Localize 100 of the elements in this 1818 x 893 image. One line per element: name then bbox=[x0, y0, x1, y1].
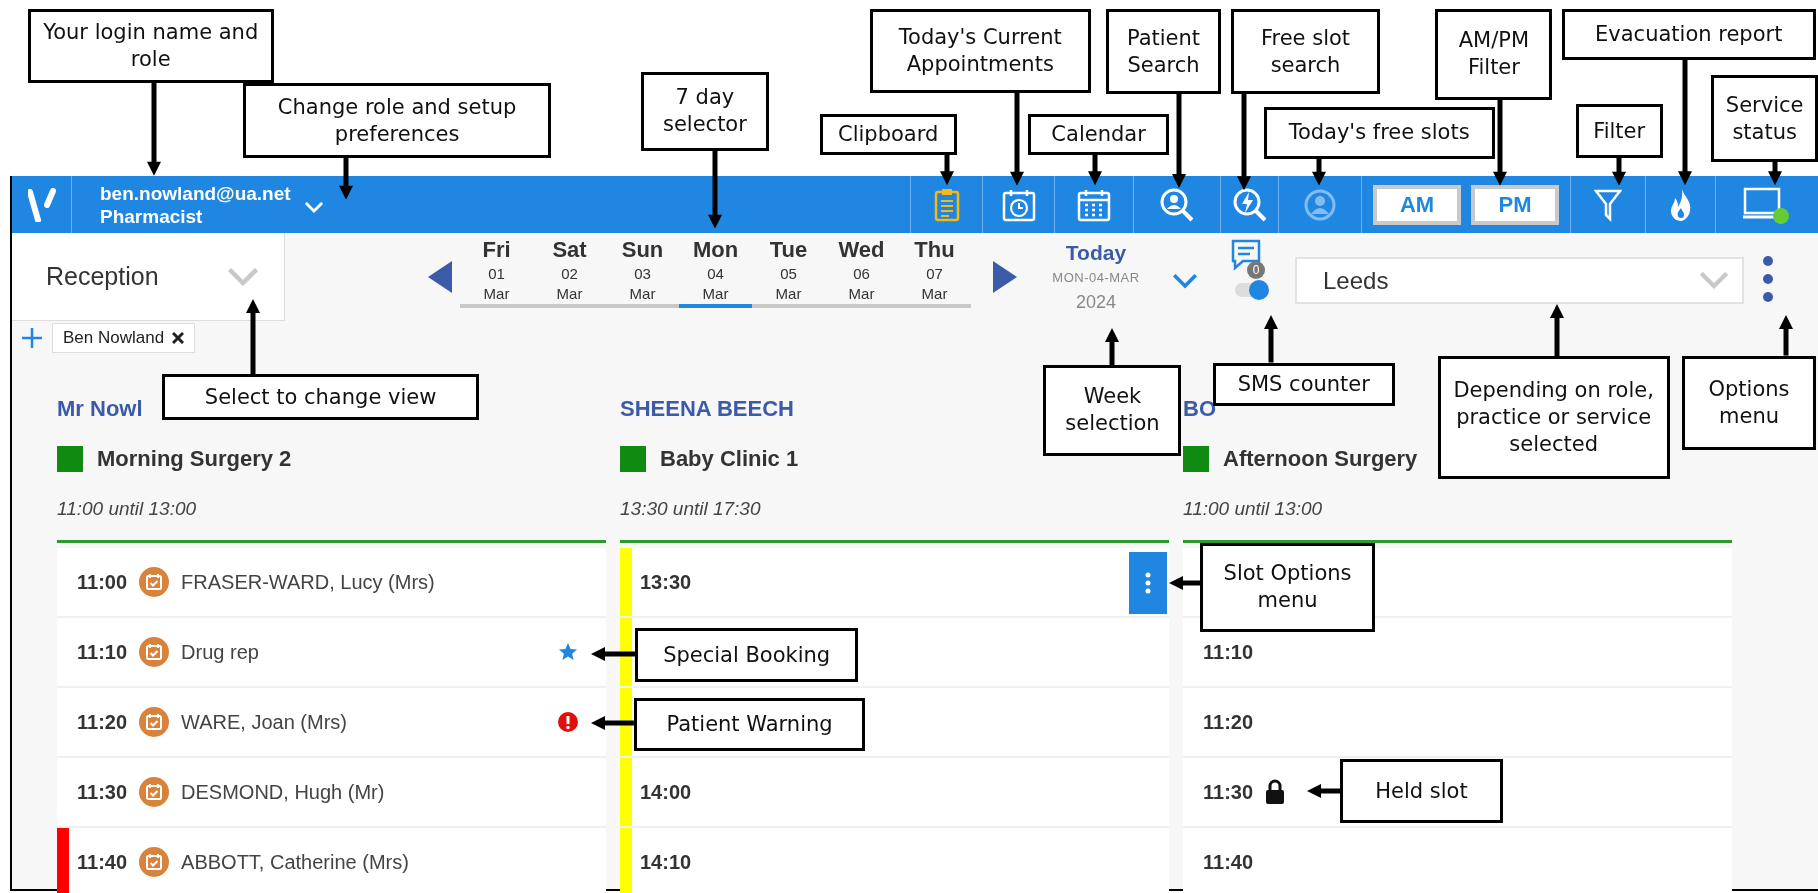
callout-tooltip: Today's free slots bbox=[1263, 106, 1495, 159]
callout-tooltip: Special Booking bbox=[635, 628, 858, 682]
next-arrow-icon[interactable] bbox=[993, 261, 1017, 293]
patient-name: FRASER-WARD, Lucy (Mrs) bbox=[181, 570, 435, 594]
callout-tooltip: 7 day selector bbox=[641, 71, 769, 151]
callout-tooltip: Held slot bbox=[1340, 759, 1503, 824]
callout-tooltip: Options menu bbox=[1682, 355, 1816, 450]
sms-count: 0 bbox=[1247, 261, 1265, 279]
callout-tooltip: Slot Options menu bbox=[1200, 542, 1376, 632]
appointment-slot[interactable]: 14:00 bbox=[620, 758, 1169, 828]
appointment-slot[interactable]: 11:20 WARE, Joan (Mrs) bbox=[57, 688, 606, 758]
appointment-slot[interactable]: 11:40 ABBOTT, Catherine (Mrs) bbox=[57, 828, 606, 893]
patient-name: Drug rep bbox=[181, 640, 259, 664]
callout-tooltip: Evacuation report bbox=[1561, 9, 1816, 61]
clinician-tab[interactable]: Ben Nowland bbox=[52, 323, 196, 353]
day-tab[interactable]: Thu 07 Mar bbox=[898, 237, 971, 308]
day-tab[interactable]: Sat 02 Mar bbox=[533, 237, 606, 308]
slot-time: 13:30 bbox=[640, 570, 692, 594]
clinician-name: Mr Nowl bbox=[57, 396, 143, 421]
callout-tooltip: Select to change view bbox=[162, 374, 479, 420]
patient-name: DESMOND, Hugh (Mr) bbox=[181, 780, 385, 804]
time-filter-button[interactable]: PM bbox=[1471, 184, 1559, 225]
appointment-slot[interactable]: 11:10 Drug rep bbox=[57, 618, 606, 688]
current-year: 2024 bbox=[1075, 291, 1116, 314]
session-hours: 13:30 until 17:30 bbox=[620, 497, 762, 521]
arrow bbox=[591, 645, 636, 662]
patient-search-icon bbox=[1159, 186, 1195, 223]
callout-tooltip: Service status bbox=[1711, 75, 1818, 163]
appointment-icon bbox=[139, 637, 170, 667]
view-dropdown[interactable]: Reception bbox=[12, 233, 285, 321]
day-tab[interactable]: Tue 05 Mar bbox=[752, 237, 825, 308]
callout-tooltip: Patient Search bbox=[1106, 9, 1221, 94]
today-link[interactable]: Today bbox=[1065, 240, 1127, 266]
session-marker bbox=[1183, 446, 1209, 472]
session-hours: 11:00 until 13:00 bbox=[57, 497, 198, 521]
session-title: Morning Surgery 2 bbox=[97, 446, 292, 472]
day-tab[interactable]: Wed 06 Mar bbox=[825, 237, 898, 308]
calendar-clock-icon bbox=[1001, 187, 1036, 222]
slot-time: 14:10 bbox=[640, 850, 692, 874]
appointment-slot[interactable]: 13:30 bbox=[620, 548, 1169, 618]
session-title: Afternoon Surgery bbox=[1223, 446, 1418, 472]
callout-tooltip: Free slot search bbox=[1231, 9, 1380, 94]
patient-name: WARE, Joan (Mrs) bbox=[181, 710, 347, 734]
appointment-slot[interactable]: 11:30 DESMOND, Hugh (Mr) bbox=[57, 758, 606, 828]
slot-time: 11:30 bbox=[1203, 780, 1254, 804]
person-circle-icon bbox=[1303, 187, 1337, 222]
callout-tooltip: Today's Current Appointments bbox=[869, 9, 1091, 93]
calendar-icon bbox=[1077, 187, 1111, 222]
appointment-slot[interactable]: 11:10 bbox=[1183, 618, 1732, 688]
slot-time: 14:00 bbox=[640, 780, 692, 804]
slot-time: 11:10 bbox=[1203, 640, 1254, 664]
slot-time: 11:40 bbox=[77, 850, 128, 874]
kebab-icon bbox=[1145, 572, 1151, 594]
slot-time: 11:40 bbox=[1203, 850, 1254, 874]
day-tab[interactable]: Mon 04 Mar bbox=[679, 237, 752, 308]
appointment-slot[interactable]: 14:10 bbox=[620, 828, 1169, 893]
appointment-slot[interactable]: 11:00 FRASER-WARD, Lucy (Mrs) bbox=[57, 548, 606, 618]
arrow bbox=[591, 715, 635, 732]
more-options-icon[interactable] bbox=[1762, 255, 1774, 303]
session-hours: 11:00 until 13:00 bbox=[1183, 497, 1324, 521]
day-tab[interactable]: Sun 03 Mar bbox=[606, 237, 679, 308]
flame-icon bbox=[1668, 187, 1693, 222]
callout-tooltip: SMS counter bbox=[1212, 362, 1395, 406]
arrow bbox=[1168, 575, 1200, 592]
star-icon bbox=[558, 642, 578, 662]
slot-time: 11:30 bbox=[77, 780, 128, 804]
appointment-icon bbox=[139, 847, 170, 877]
close-icon[interactable] bbox=[172, 332, 185, 344]
padlock-icon bbox=[1265, 779, 1286, 805]
arrow bbox=[1549, 303, 1566, 356]
session-title: Baby Clinic 1 bbox=[660, 446, 799, 472]
sms-toggle[interactable] bbox=[1235, 283, 1267, 297]
arrow bbox=[1306, 782, 1341, 799]
arrow bbox=[939, 155, 956, 186]
appointment-slot[interactable]: 11:20 bbox=[1183, 688, 1732, 758]
arrow bbox=[1103, 328, 1120, 366]
session-marker bbox=[57, 446, 83, 472]
slot-time: 11:00 bbox=[77, 570, 128, 594]
appointment-icon bbox=[139, 707, 170, 737]
user-role: Pharmacist bbox=[100, 204, 204, 228]
callout-tooltip: Clipboard bbox=[819, 113, 957, 156]
previous-arrow-icon[interactable] bbox=[428, 261, 452, 293]
day-tab[interactable]: Fri 01 Mar bbox=[460, 237, 533, 308]
warning-icon bbox=[558, 712, 578, 732]
appointment-slot[interactable]: 11:40 bbox=[1183, 828, 1732, 893]
user-email: ben.nowland@ua.net bbox=[100, 181, 291, 205]
add-icon[interactable] bbox=[22, 328, 42, 348]
slot-options-button[interactable] bbox=[1129, 552, 1167, 614]
appointment-icon bbox=[139, 567, 170, 597]
callout-tooltip: Depending on role, practice or service selected bbox=[1437, 355, 1670, 479]
session-marker bbox=[620, 446, 646, 472]
filter-icon bbox=[1594, 187, 1622, 222]
time-filter-button[interactable]: AM bbox=[1373, 184, 1461, 225]
slot-time: 11:20 bbox=[1203, 710, 1254, 734]
current-date: MON-04-MAR bbox=[1052, 269, 1140, 287]
callout-tooltip: Patient Warning bbox=[634, 697, 865, 752]
callout-tooltip: Week selection bbox=[1043, 365, 1182, 456]
arrow bbox=[1086, 155, 1103, 186]
chevron-down-icon[interactable] bbox=[1173, 274, 1197, 289]
location-dropdown[interactable]: Leeds bbox=[1295, 257, 1744, 304]
